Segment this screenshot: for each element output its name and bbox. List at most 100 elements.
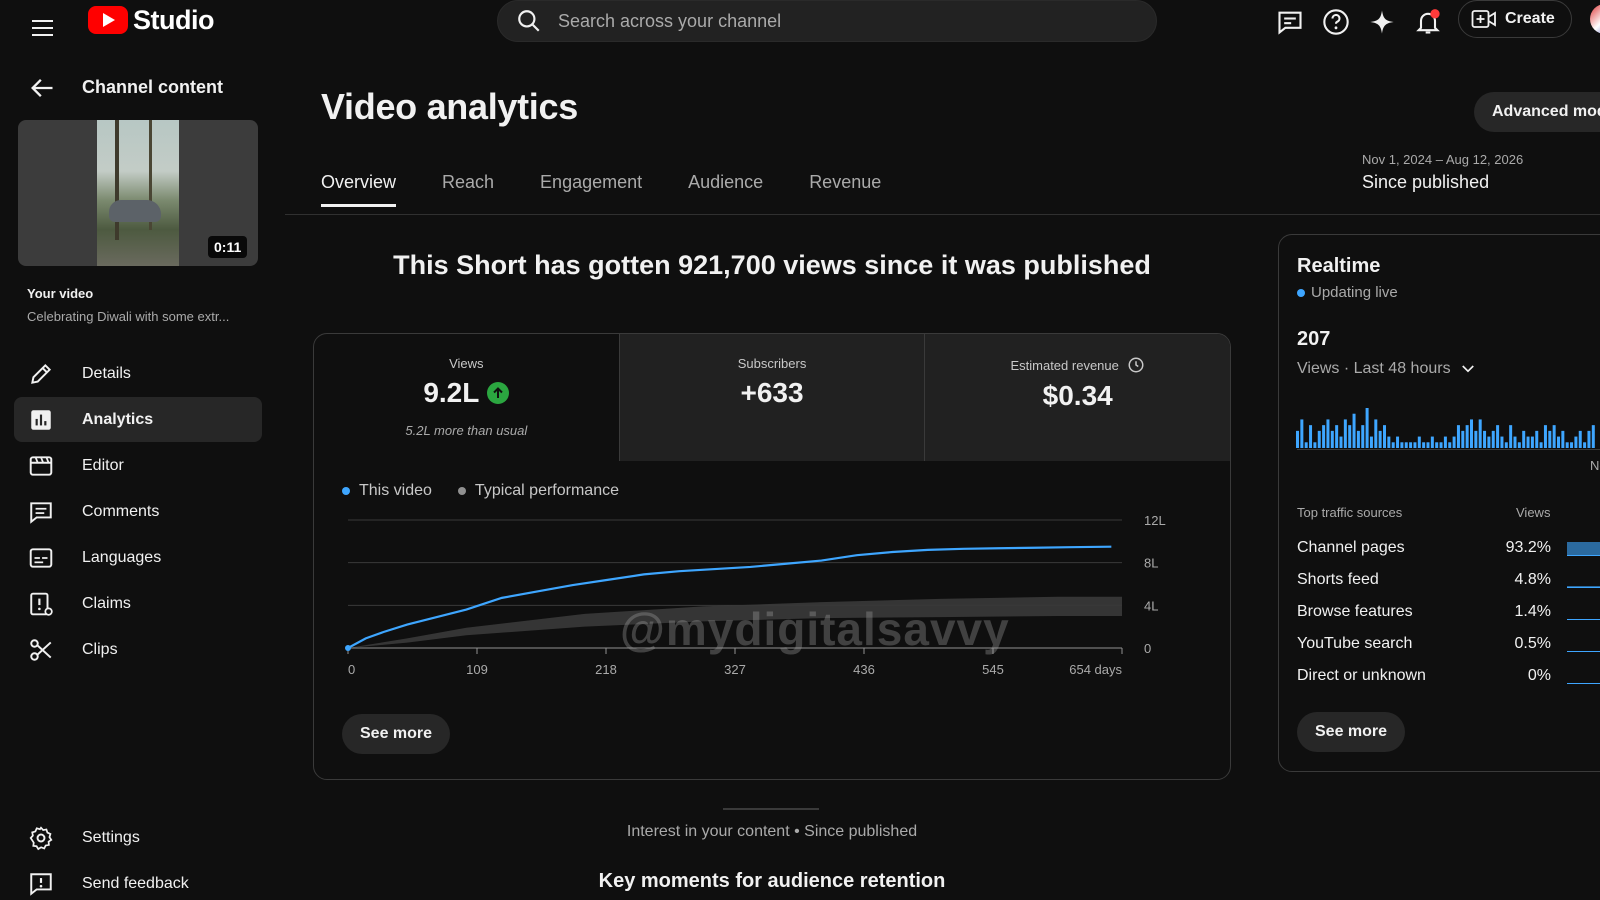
realtime-bar <box>1439 442 1443 448</box>
traffic-source-name: Direct or unknown <box>1297 667 1426 684</box>
feedback-button[interactable] <box>1272 4 1308 40</box>
realtime-bar <box>1509 425 1513 448</box>
search-bar[interactable] <box>497 0 1157 42</box>
key-moments-title: Key moments for audience retention <box>598 870 946 892</box>
metric-revenue[interactable]: Estimated revenue $0.34 <box>924 334 1230 461</box>
sidebar-item-label: Settings <box>82 828 140 846</box>
sidebar-item-label: Details <box>82 364 131 382</box>
arrow-up-icon <box>487 382 510 404</box>
realtime-bar <box>1343 419 1347 448</box>
views-value: 9.2L <box>423 377 480 408</box>
realtime-bar <box>1391 442 1395 448</box>
sidebar-item-analytics[interactable]: Analytics <box>14 397 262 442</box>
sidebar-item-details[interactable]: Details <box>14 351 262 396</box>
sidebar-item-label: Send feedback <box>82 874 189 892</box>
advanced-mode-button[interactable]: Advanced mode <box>1474 92 1600 132</box>
realtime-bar <box>1526 436 1530 448</box>
arrow-left-icon <box>31 79 53 97</box>
your-video-label: Your video <box>27 286 94 301</box>
traffic-sparkline <box>1567 636 1600 652</box>
realtime-bar <box>1313 442 1317 448</box>
traffic-source-row: Shorts feed 4.8% <box>1297 568 1600 592</box>
overview-card: Views 9.2L 5.2L more than usual Subscrib… <box>313 333 1231 780</box>
realtime-bar <box>1396 436 1400 448</box>
tab-revenue[interactable]: Revenue <box>809 172 881 207</box>
metric-subscribers[interactable]: Subscribers +633 <box>618 334 925 461</box>
x-tick-label: 109 <box>466 662 488 677</box>
traffic-views-header: Views <box>1516 505 1551 520</box>
studio-logo[interactable]: Studio <box>88 4 214 36</box>
realtime-bar <box>1583 442 1587 448</box>
realtime-bar <box>1500 436 1504 448</box>
traffic-sparkline <box>1567 604 1600 620</box>
sidebar-item-languages[interactable]: Languages <box>14 535 262 580</box>
clapperboard-icon <box>28 453 54 479</box>
traffic-sparkline <box>1567 540 1600 556</box>
traffic-source-value: 0.5% <box>1514 635 1551 652</box>
menu-icon-line <box>32 20 53 22</box>
metric-note: 5.2L more than usual <box>405 423 528 438</box>
sidebar-item-settings[interactable]: Settings <box>14 815 262 860</box>
realtime-bar <box>1552 425 1556 448</box>
realtime-axis <box>1297 449 1600 450</box>
realtime-bar <box>1335 425 1339 448</box>
avatar[interactable] <box>1590 4 1600 34</box>
menu-icon-line <box>32 27 53 29</box>
thumbnail-car <box>109 200 161 222</box>
traffic-source-row: YouTube search 0.5% <box>1297 632 1600 656</box>
realtime-bar <box>1578 430 1582 448</box>
sidebar-item-editor[interactable]: Editor <box>14 443 262 488</box>
search-input[interactable] <box>558 10 1118 32</box>
realtime-bar <box>1369 436 1373 448</box>
sidebar-item-comments[interactable]: Comments <box>14 489 262 534</box>
traffic-source-value: 1.4% <box>1514 603 1551 620</box>
realtime-see-more-button[interactable]: See more <box>1297 712 1406 752</box>
legend-dot <box>457 487 466 495</box>
realtime-bar <box>1339 436 1343 448</box>
y-tick-label: 8L <box>1144 556 1158 571</box>
realtime-bar <box>1561 430 1565 448</box>
realtime-bar <box>1322 425 1326 448</box>
create-button[interactable]: Create <box>1458 0 1572 38</box>
realtime-bar <box>1539 442 1543 448</box>
see-more-button[interactable]: See more <box>342 714 451 754</box>
realtime-bar <box>1465 425 1469 448</box>
tab-reach[interactable]: Reach <box>442 172 494 207</box>
realtime-live-status: Updating live <box>1297 284 1398 301</box>
y-tick-label: 0 <box>1144 641 1151 656</box>
tab-overview[interactable]: Overview <box>321 172 397 207</box>
tab-audience[interactable]: Audience <box>688 172 763 207</box>
realtime-bar <box>1404 442 1408 448</box>
date-range-text: Nov 1, 2024 – Aug 12, 2026 <box>1362 152 1524 167</box>
traffic-source-name: Channel pages <box>1297 539 1405 556</box>
help-button[interactable] <box>1318 4 1354 40</box>
views-headline: This Short has gotten 921,700 views sinc… <box>393 250 1151 280</box>
ai-sparkle-button[interactable] <box>1364 4 1400 40</box>
x-tick-label: 0 <box>348 662 355 677</box>
metric-label: Subscribers <box>737 356 807 371</box>
bell-icon <box>1416 9 1440 34</box>
create-label: Create <box>1505 10 1555 27</box>
period-selector[interactable]: Since published <box>1362 172 1489 193</box>
realtime-bar <box>1461 430 1465 448</box>
metric-views[interactable]: Views 9.2L 5.2L more than usual <box>314 334 619 461</box>
realtime-bar <box>1430 436 1434 448</box>
clock-icon <box>1128 357 1144 373</box>
sidebar-item-claims[interactable]: Claims <box>14 581 262 626</box>
menu-button[interactable] <box>22 8 62 48</box>
realtime-range-dropdown[interactable]: Views · Last 48 hours <box>1297 360 1477 378</box>
realtime-bar <box>1496 425 1500 448</box>
x-tick-label: 545 <box>982 662 1004 677</box>
tab-engagement[interactable]: Engagement <box>540 172 642 207</box>
realtime-bar <box>1409 442 1413 448</box>
realtime-title: Realtime <box>1297 255 1381 277</box>
back-button[interactable] <box>28 74 56 107</box>
sidebar-item-send-feedback[interactable]: Send feedback <box>14 861 262 900</box>
realtime-bar <box>1422 442 1426 448</box>
notifications-button[interactable] <box>1410 4 1446 40</box>
sidebar-item-clips[interactable]: Clips <box>14 627 262 672</box>
sidebar-item-label: Languages <box>82 548 162 566</box>
metric-value: +633 <box>740 377 804 408</box>
realtime-bar <box>1296 430 1299 448</box>
realtime-bar <box>1374 419 1378 448</box>
